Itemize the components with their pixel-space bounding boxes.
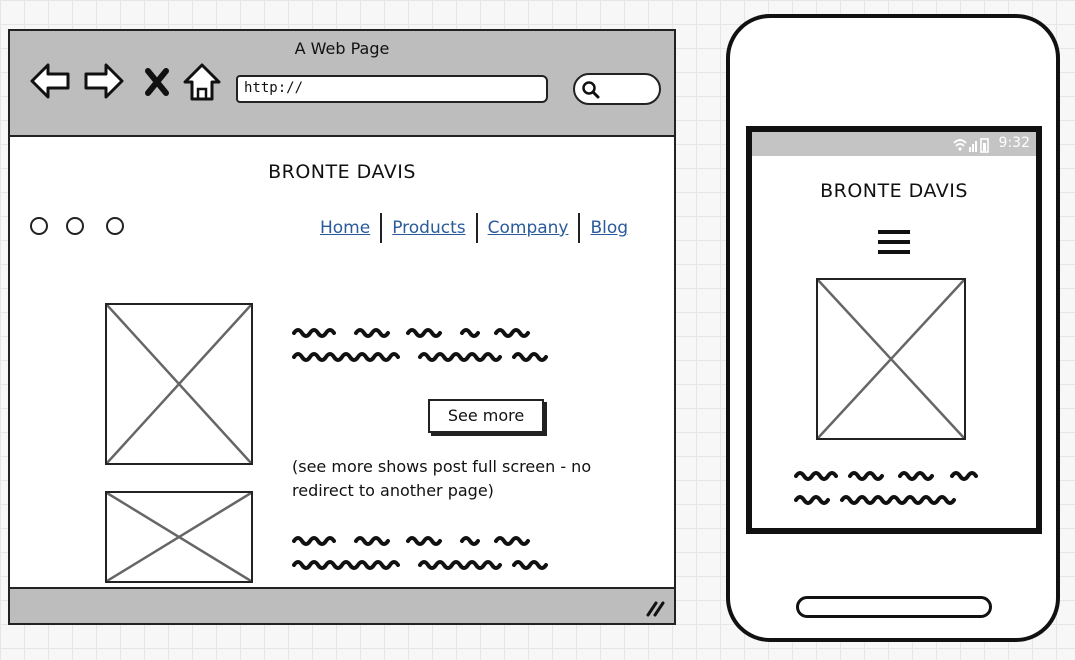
nav-link-blog[interactable]: Blog	[580, 218, 638, 238]
close-icon[interactable]	[144, 67, 170, 97]
placeholder-text-lines	[292, 536, 548, 570]
image-placeholder	[816, 278, 966, 440]
resize-grip-icon[interactable]	[644, 597, 666, 617]
slider-dot-3[interactable]	[106, 217, 124, 235]
browser-status-bar	[10, 587, 674, 623]
signal-battery-icon	[953, 138, 989, 153]
slider-dot-1[interactable]	[30, 217, 48, 235]
back-arrow-icon[interactable]	[28, 61, 72, 101]
phone-status-bar: 9:32	[752, 132, 1036, 156]
browser-window: A Web Page http:// BRONTE DAVIS Home Pro…	[8, 29, 676, 625]
site-title: BRONTE DAVIS	[268, 161, 416, 183]
see-more-button[interactable]: See more	[428, 399, 544, 433]
phone-screen: 9:32 BRONTE DAVIS	[746, 126, 1042, 534]
search-icon	[582, 81, 600, 99]
forward-arrow-icon[interactable]	[82, 61, 126, 101]
search-field[interactable]	[573, 73, 661, 105]
nav-link-company[interactable]: Company	[478, 218, 579, 238]
slider-dot-2[interactable]	[66, 217, 84, 235]
nav-link-home[interactable]: Home	[310, 218, 380, 238]
url-input[interactable]: http://	[236, 75, 548, 103]
status-time: 9:32	[998, 135, 1030, 151]
nav-link-products[interactable]: Products	[382, 218, 475, 238]
phone-site-title: BRONTE DAVIS	[820, 180, 968, 202]
image-placeholder	[105, 303, 253, 465]
placeholder-text-lines	[794, 471, 978, 505]
browser-title: A Web Page	[294, 39, 390, 58]
image-placeholder	[105, 491, 253, 583]
hamburger-menu-icon[interactable]	[878, 228, 910, 256]
browser-toolbar: A Web Page http://	[10, 31, 674, 137]
phone-frame: 9:32 BRONTE DAVIS	[726, 14, 1060, 642]
placeholder-text-lines	[292, 328, 548, 362]
annotation-note: (see more shows post full screen - no re…	[292, 457, 592, 500]
site-nav: Home Products Company Blog	[310, 211, 638, 245]
phone-home-button[interactable]	[796, 596, 992, 618]
home-icon[interactable]	[182, 61, 222, 103]
